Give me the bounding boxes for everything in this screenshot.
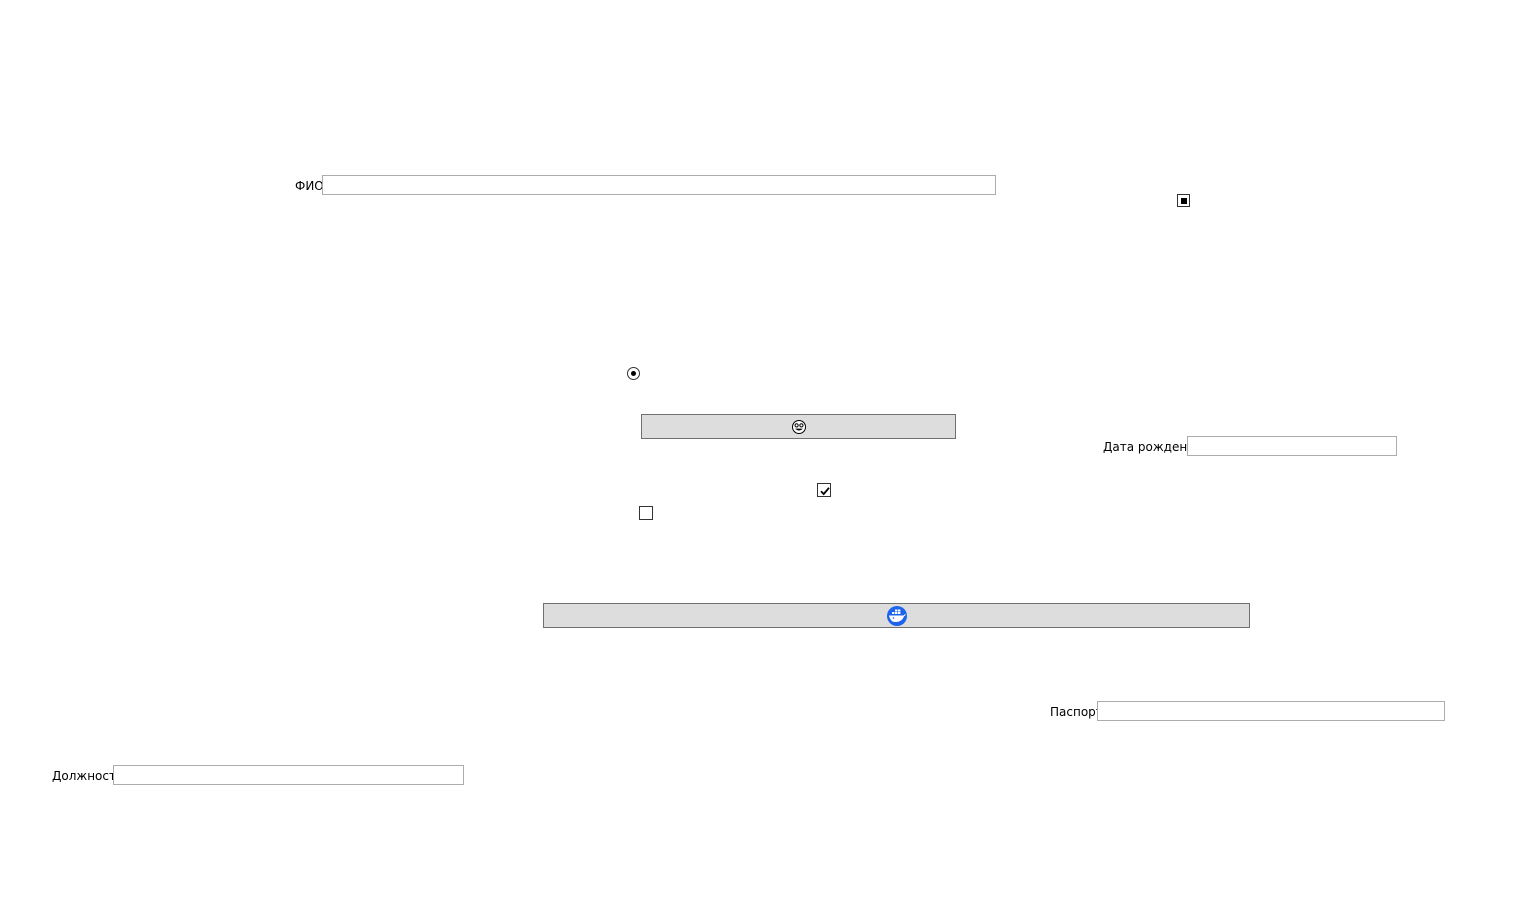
face-emoji-icon <box>791 419 806 434</box>
passport-input[interactable] <box>1097 701 1445 721</box>
birth-date-input[interactable] <box>1187 436 1397 456</box>
radio-dot-icon <box>631 371 636 376</box>
fio-label: ФИО <box>295 179 324 193</box>
checkmark-icon <box>820 487 830 496</box>
docker-whale-icon <box>886 605 907 626</box>
passport-label: Паспорт <box>1050 705 1103 719</box>
checked-checkbox[interactable] <box>817 483 831 497</box>
docker-button[interactable] <box>543 603 1250 628</box>
radio-button[interactable] <box>627 367 640 380</box>
unchecked-checkbox[interactable] <box>639 506 653 520</box>
indeterminate-checkbox[interactable] <box>1177 194 1190 207</box>
indeterminate-mark-icon <box>1181 198 1187 204</box>
emoji-button[interactable] <box>641 414 956 439</box>
fio-input[interactable] <box>322 175 996 195</box>
position-input[interactable] <box>113 765 464 785</box>
